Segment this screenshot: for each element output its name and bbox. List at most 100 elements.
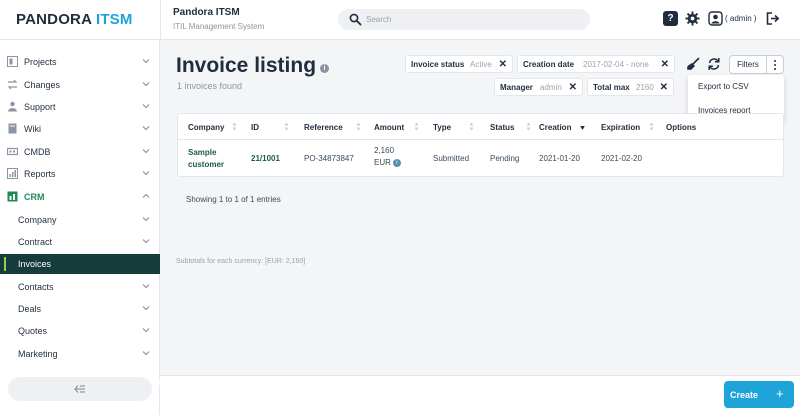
sort-icon[interactable] — [649, 122, 654, 131]
help-icon[interactable]: ? — [663, 11, 678, 26]
company-line: customer — [188, 160, 225, 169]
create-label: Create — [729, 390, 758, 400]
close-icon[interactable]: ✕ — [569, 82, 577, 93]
dot — [774, 68, 776, 70]
page-title: Invoice listing — [176, 54, 317, 77]
sidebar-item-changes[interactable]: Changes — [0, 75, 160, 95]
filter-key: Creation date — [523, 60, 575, 69]
filter-key: Invoice status — [411, 60, 465, 69]
sidebar-subitem-contacts[interactable]: Contacts — [0, 277, 160, 297]
close-icon[interactable]: ✕ — [499, 59, 507, 70]
close-icon[interactable]: ✕ — [661, 59, 669, 70]
filter-value: 2017-02-04 - none — [583, 60, 649, 69]
header-divider — [178, 139, 783, 140]
amount-currency: EUR — [374, 158, 391, 167]
info-icon[interactable]: i — [320, 64, 329, 73]
sidebar-item-cmdb[interactable]: CMDB — [0, 142, 160, 162]
sidebar-item-label: Quotes — [18, 326, 48, 336]
column-header-options: Options — [666, 123, 697, 132]
refresh-icon[interactable] — [707, 57, 721, 71]
logo[interactable]: PANDORA ITSM — [16, 11, 133, 28]
sidebar-item-wiki[interactable]: Wiki — [0, 119, 160, 139]
footer-bar — [160, 375, 800, 415]
column-header-company[interactable]: Company — [188, 123, 224, 132]
column-header-type[interactable]: Type — [433, 123, 451, 132]
filter-chip-status[interactable]: Invoice status Active ✕ — [405, 55, 513, 73]
sort-desc-icon[interactable] — [580, 122, 585, 131]
chevron-down-icon — [142, 171, 150, 176]
sidebar-item-label: Invoices — [18, 259, 52, 269]
expiration-cell: 2021-02-20 — [601, 154, 642, 163]
broom-icon[interactable] — [686, 57, 700, 71]
sort-icon[interactable] — [526, 122, 531, 131]
sort-icon[interactable] — [469, 122, 474, 131]
sidebar-item-label: CMDB — [24, 147, 51, 157]
search-input[interactable] — [366, 12, 576, 27]
chevron-down-icon — [142, 351, 150, 356]
sidebar-item-label: Contacts — [18, 282, 54, 292]
sidebar-item-projects[interactable]: Projects — [0, 52, 160, 72]
projects-icon — [7, 56, 18, 67]
chevron-down-icon — [142, 126, 150, 131]
sidebar-subitem-quotes[interactable]: Quotes — [0, 321, 160, 341]
logout-icon[interactable] — [765, 11, 780, 26]
filter-key: Manager — [500, 83, 533, 92]
gear-icon[interactable] — [685, 11, 700, 26]
dot — [774, 60, 776, 62]
invoice-id-link[interactable]: 21/1001 — [251, 153, 280, 165]
column-header-reference[interactable]: Reference — [304, 123, 343, 132]
filter-chip-creation-date[interactable]: Creation date 2017-02-04 - none ✕ — [517, 55, 675, 73]
sidebar-subitem-invoices[interactable]: Invoices — [0, 254, 160, 274]
chevron-down-icon — [142, 217, 150, 222]
create-button[interactable]: Create + — [724, 381, 794, 408]
username[interactable]: ( admin ) — [725, 14, 757, 23]
filter-chip-manager[interactable]: Manager admin ✕ — [494, 78, 583, 96]
pagination-info: Showing 1 to 1 of 1 entries — [186, 195, 281, 204]
sidebar: Projects Changes Support Wiki CMDB Repor… — [0, 40, 160, 415]
top-bar: PANDORA ITSM Pandora ITSM ITIL Managemen… — [0, 0, 800, 40]
column-header-amount[interactable]: Amount — [374, 123, 404, 132]
filter-chip-total-max[interactable]: Total max 2160 ✕ — [587, 78, 674, 96]
sort-icon[interactable] — [284, 122, 289, 131]
filter-value: admin — [540, 83, 562, 92]
menu-item-export-csv[interactable]: Export to CSV — [698, 82, 749, 91]
chevron-down-icon — [142, 284, 150, 289]
amount-cell: 2,160 EUR i — [374, 145, 401, 169]
search-box[interactable] — [338, 9, 590, 30]
column-header-creation[interactable]: Creation — [539, 123, 571, 132]
results-count: 1 invoices found — [177, 81, 243, 91]
sidebar-item-reports[interactable]: Reports — [0, 164, 160, 184]
sidebar-subitem-marketing[interactable]: Marketing — [0, 344, 160, 364]
sort-icon[interactable] — [414, 122, 419, 131]
company-link[interactable]: Sample customer — [188, 147, 224, 171]
cmdb-icon — [7, 147, 18, 156]
collapse-sidebar-button[interactable] — [8, 377, 152, 401]
company-line: Sample — [188, 148, 217, 157]
app-title: Pandora ITSM — [173, 7, 240, 18]
wiki-icon — [8, 123, 17, 134]
user-icon[interactable] — [708, 11, 723, 26]
column-header-id[interactable]: ID — [251, 123, 259, 132]
amount-value: 2,160 — [374, 146, 395, 155]
sidebar-subitem-contract[interactable]: Contract — [0, 232, 160, 252]
plus-icon: + — [776, 386, 784, 401]
sidebar-subitem-deals[interactable]: Deals — [0, 299, 160, 319]
info-icon[interactable]: i — [392, 158, 401, 167]
filters-button[interactable]: Filters — [729, 55, 767, 74]
sort-icon[interactable] — [356, 122, 361, 131]
chevron-down-icon — [142, 104, 150, 109]
sidebar-subitem-company[interactable]: Company — [0, 210, 160, 230]
sidebar-item-support[interactable]: Support — [0, 97, 160, 117]
type-cell: Submitted — [433, 154, 470, 163]
filter-value: 2160 — [636, 83, 654, 92]
logo-accent: ITSM — [95, 11, 133, 28]
close-icon[interactable]: ✕ — [660, 82, 668, 93]
collapse-icon — [74, 385, 85, 393]
sort-icon[interactable] — [232, 122, 237, 131]
sidebar-item-crm[interactable]: CRM — [0, 187, 160, 207]
more-options-button[interactable] — [766, 55, 784, 74]
chevron-down-icon — [142, 149, 150, 154]
column-header-expiration[interactable]: Expiration — [601, 123, 640, 132]
chevron-up-icon — [142, 193, 150, 198]
column-header-status[interactable]: Status — [490, 123, 514, 132]
